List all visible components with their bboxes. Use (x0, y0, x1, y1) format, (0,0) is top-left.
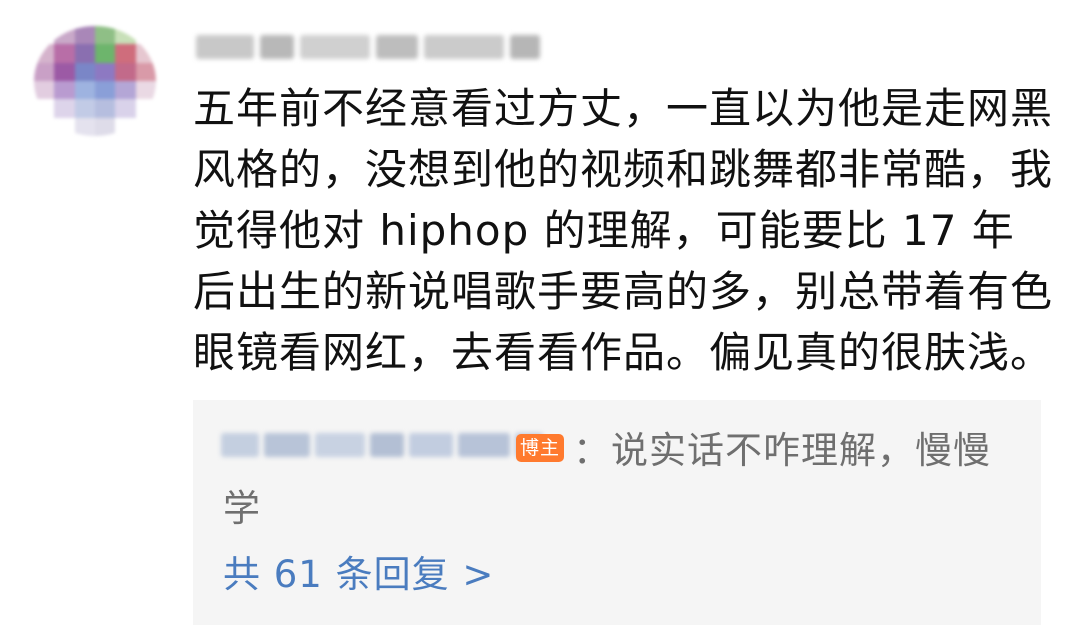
avatar[interactable] (34, 26, 156, 136)
comment-text: 五年前不经意看过方丈，一直以为他是走网黑风格的，没想到他的视频和跳舞都非常酷，我… (193, 84, 1054, 377)
username-redacted[interactable] (196, 30, 540, 64)
reply-text: ：说实话不咋理解，慢慢学 (223, 429, 991, 530)
reply-preview[interactable]: 博主 ：说实话不咋理解，慢慢学 共 61 条回复 > (193, 400, 1041, 625)
comment-card: 五年前不经意看过方丈，一直以为他是走网黑风格的，没想到他的视频和跳舞都非常酷，我… (0, 0, 1080, 641)
view-replies-link[interactable]: 共 61 条回复 > (223, 550, 494, 600)
